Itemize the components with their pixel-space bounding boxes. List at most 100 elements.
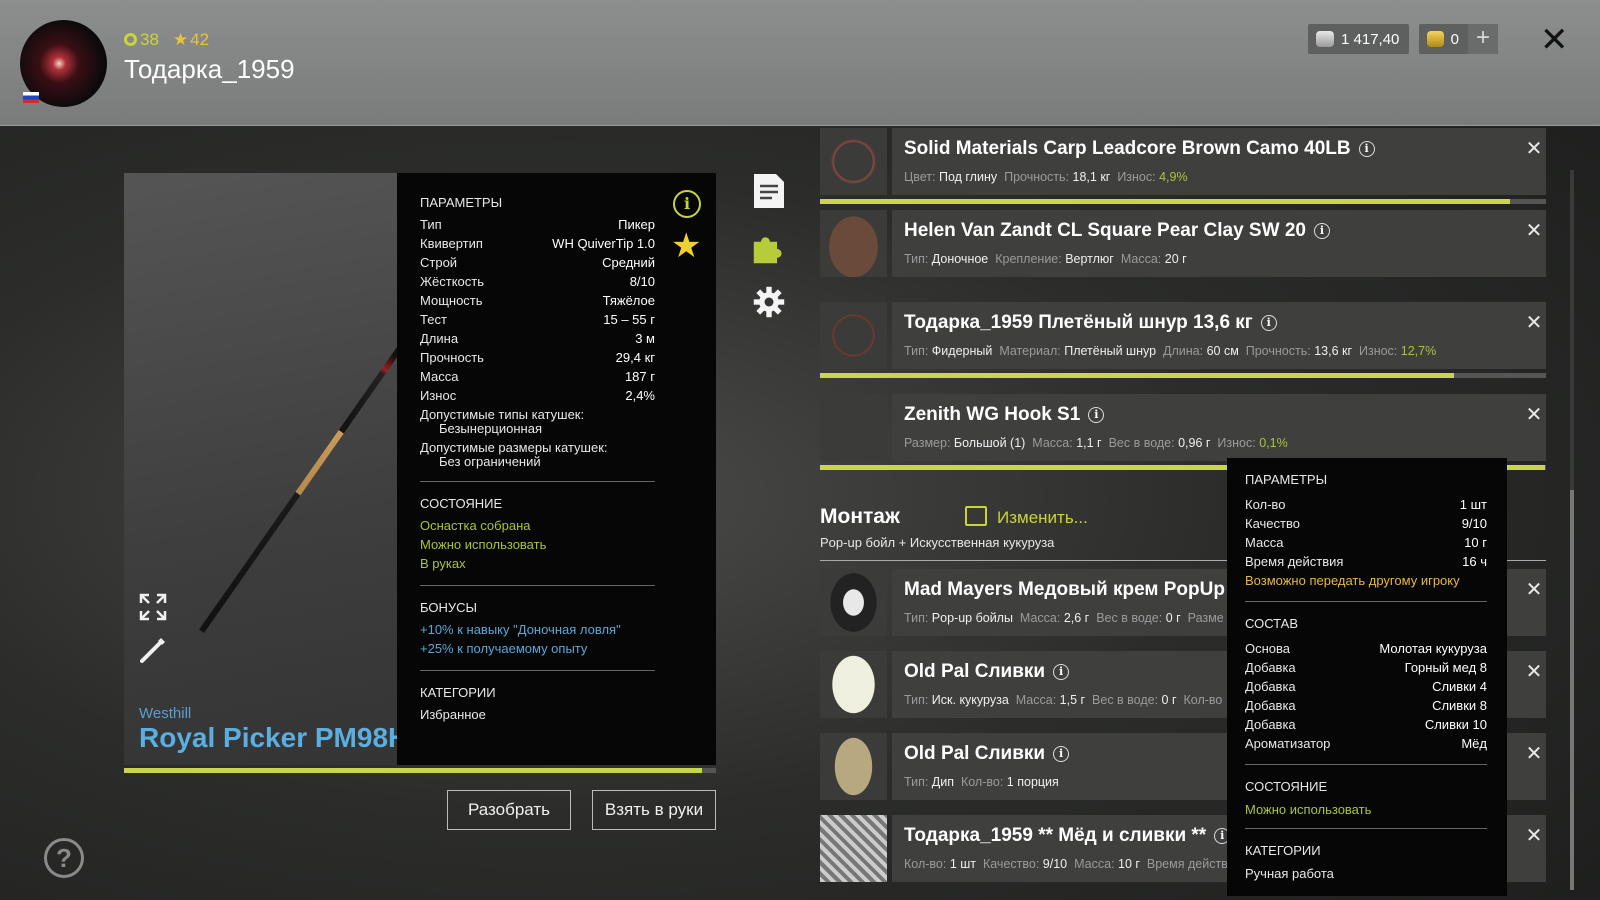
montage-edit-button[interactable]: Изменить...	[965, 506, 1088, 528]
param-label: Прочность	[420, 350, 484, 365]
scrollbar[interactable]	[1570, 170, 1574, 890]
info-icon[interactable]: i	[1088, 407, 1105, 423]
help-button[interactable]: ?	[44, 838, 84, 878]
item-durability-bar	[820, 199, 1546, 204]
puzzle-icon[interactable]	[752, 229, 786, 267]
composition-value: Сливки 4	[1432, 679, 1487, 694]
meta-label: Тип:	[904, 344, 929, 358]
composition-value: Мёд	[1461, 736, 1487, 751]
add-gold-button[interactable]: +	[1468, 24, 1498, 54]
item-name: Zenith WG Hook S1	[904, 404, 1081, 425]
meta-value: 13,6 кг	[1314, 344, 1353, 358]
composition-row: Добавка Сливки 10	[1245, 715, 1487, 734]
favorite-star-icon[interactable]: ★	[671, 226, 701, 266]
gear-icon[interactable]	[752, 283, 786, 321]
rod-brand: Westhill	[139, 705, 192, 722]
item-thumbnail	[820, 569, 887, 636]
meta-label: Тип:	[904, 252, 929, 266]
close-button[interactable]: ✕	[1540, 20, 1569, 60]
category-value: Избранное	[420, 707, 486, 722]
remove-item-button[interactable]: ✕	[1522, 577, 1546, 602]
list-item[interactable]: Helen Van Zandt CL Square Pear Clay SW 2…	[820, 210, 1546, 277]
item-meta: Кол-во: 1 шт Качество: 9/10 Масса: 10 г …	[904, 857, 1238, 871]
item-name: Old Pal Сливки	[904, 743, 1046, 764]
param-value: 1 шт	[1459, 497, 1487, 512]
item-body: Тодарка_1959 Плетёный шнур 13,6 кг i Тип: …	[892, 302, 1546, 369]
rating-indicator: ★ 42	[172, 30, 210, 49]
meta-value: 18,1 кг	[1072, 170, 1111, 184]
param-label: Тест	[420, 312, 447, 327]
param-value: 187 г	[624, 369, 655, 384]
disassemble-button[interactable]: Разобрать	[447, 790, 571, 830]
list-item[interactable]: Тодарка_1959 Плетёный шнур 13,6 кг i Тип: …	[820, 302, 1546, 369]
composition-label: Добавка	[1245, 660, 1296, 675]
meta-value: 4,9%	[1159, 170, 1188, 184]
take-in-hands-button[interactable]: Взять в руки	[592, 790, 716, 830]
divider	[1245, 764, 1487, 765]
scrollbar-thumb[interactable]	[1570, 490, 1574, 890]
meta-label: Материал:	[999, 344, 1061, 358]
composition-value: Горный мед 8	[1404, 660, 1487, 675]
item-durability-bar	[820, 373, 1546, 378]
rod-params-panel: ПАРАМЕТРЫ Тип Пикер Квивертип WH QuiverTip …	[397, 173, 716, 765]
state-line-2: Можно использовать	[420, 537, 547, 552]
meta-label: Масса:	[1074, 857, 1115, 871]
customize-rod-icon[interactable]	[139, 636, 167, 664]
param-row: Мощность Тяжёлое	[420, 291, 655, 310]
item-meta: Тип: Дип Кол-во: 1 порция	[904, 775, 1066, 789]
rod-name: Royal Picker PM98H	[139, 722, 409, 753]
params-title: ПАРАМЕТРЫ	[420, 195, 503, 210]
tooltip-param-row: Кол-во 1 шт	[1245, 495, 1487, 514]
meta-value: 12,7%	[1400, 344, 1437, 358]
composition-list: Основа Молотая кукуруза Добавка Горный мед …	[1245, 639, 1507, 753]
silver-coins-icon	[1316, 31, 1334, 47]
info-icon[interactable]: i	[673, 190, 701, 218]
composition-row: Добавка Сливки 4	[1245, 677, 1487, 696]
info-icon[interactable]: i	[1053, 664, 1070, 680]
tooltip-category: Ручная работа	[1245, 866, 1334, 881]
info-icon[interactable]: i	[1313, 223, 1330, 239]
meta-label: Вес в воде:	[1096, 611, 1163, 625]
composition-label: Ароматизатор	[1245, 736, 1331, 751]
item-body: Zenith WG Hook S1 i Размер: Большой (1) Ма…	[892, 394, 1546, 461]
meta-value: 0,1%	[1259, 436, 1288, 450]
country-flag-icon	[23, 92, 39, 103]
description-icon[interactable]	[752, 172, 786, 210]
star-icon: ★	[172, 30, 189, 49]
composition-value: Молотая кукуруза	[1379, 641, 1487, 656]
remove-item-button[interactable]: ✕	[1522, 659, 1546, 684]
silver-balance: 1 417,40	[1308, 24, 1410, 54]
rod-durability-bar	[124, 768, 716, 773]
remove-item-button[interactable]: ✕	[1522, 823, 1546, 848]
info-icon[interactable]: i	[1260, 315, 1277, 331]
meta-label: Тип:	[904, 693, 929, 707]
item-body: Solid Materials Carp Leadcore Brown Camo…	[892, 128, 1546, 195]
divider	[1245, 828, 1487, 829]
expand-icon[interactable]	[139, 593, 167, 621]
param-label: Мощность	[420, 293, 483, 308]
tooltip-params-list: Кол-во 1 шт Качество 9/10 Масса 10 г Время дей…	[1245, 495, 1507, 571]
list-item[interactable]: Solid Materials Carp Leadcore Brown Camo…	[820, 128, 1546, 195]
meta-label: Время действ	[1146, 857, 1228, 871]
param-label: Длина	[420, 331, 459, 346]
param-value: Пикер	[618, 217, 655, 232]
remove-item-button[interactable]: ✕	[1522, 310, 1546, 335]
param-label: Жёсткость	[420, 274, 484, 289]
bonus-title: БОНУСЫ	[420, 600, 478, 615]
remove-item-button[interactable]: ✕	[1522, 136, 1546, 161]
state-line-1: Оснастка собрана	[420, 518, 531, 533]
edit-icon	[965, 506, 987, 526]
composition-label: Добавка	[1245, 698, 1296, 713]
item-title: Solid Materials Carp Leadcore Brown Camo…	[904, 138, 1375, 160]
remove-item-button[interactable]: ✕	[1522, 218, 1546, 243]
param-row: Длина 3 м	[420, 329, 655, 348]
state-title: СОСТОЯНИЕ	[420, 496, 503, 511]
remove-item-button[interactable]: ✕	[1522, 402, 1546, 427]
info-icon[interactable]: i	[1053, 746, 1070, 762]
remove-item-button[interactable]: ✕	[1522, 741, 1546, 766]
list-item[interactable]: Zenith WG Hook S1 i Размер: Большой (1) Ма…	[820, 394, 1546, 461]
composition-title: СОСТАВ	[1245, 616, 1299, 631]
param-value: 16 ч	[1462, 554, 1487, 569]
item-name: Mad Mayers Медовый крем PopUp 1	[904, 579, 1241, 600]
info-icon[interactable]: i	[1358, 141, 1375, 157]
